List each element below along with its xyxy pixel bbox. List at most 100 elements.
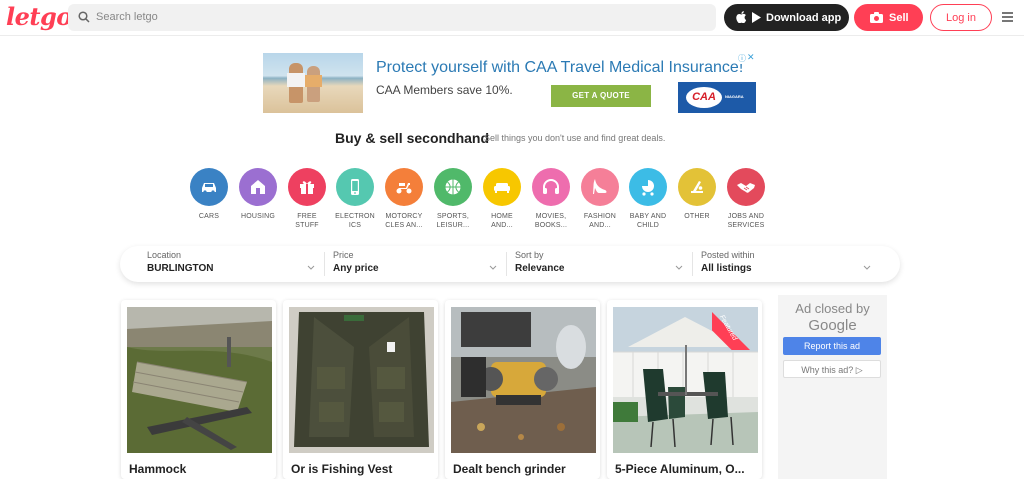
category-home[interactable]: HOME AND... xyxy=(474,168,530,230)
category-circle xyxy=(727,168,765,206)
login-label: Log in xyxy=(946,12,976,24)
category-sports[interactable]: SPORTS, LEISUR... xyxy=(425,168,481,230)
category-label: ELECTRON xyxy=(335,213,375,220)
category-label: FASHION xyxy=(583,213,617,220)
handshake-icon xyxy=(737,183,755,193)
filter-key: Sort by xyxy=(515,250,544,260)
ad-info-icon[interactable]: ⓘ xyxy=(738,53,746,64)
download-app-button[interactable]: Download app xyxy=(724,4,849,31)
category-circle xyxy=(434,168,472,206)
category-circle xyxy=(532,168,570,206)
price-filter[interactable]: Price Any price xyxy=(333,250,498,278)
top-header: letgo Search letgo Download app Sell Log… xyxy=(0,0,1024,36)
car-icon xyxy=(202,183,216,194)
product-image-hammock[interactable] xyxy=(127,307,272,453)
ball-icon xyxy=(445,179,461,195)
filter-key: Price xyxy=(333,250,354,260)
category-circle xyxy=(190,168,228,206)
product-card[interactable]: Dealt bench grinder xyxy=(445,300,600,479)
category-circle xyxy=(336,168,374,206)
category-label: HOME xyxy=(491,213,513,220)
camera-icon xyxy=(870,12,883,23)
category-movies-books[interactable]: MOVIES, BOOKS... xyxy=(523,168,579,230)
product-title[interactable]: Hammock xyxy=(129,462,269,476)
category-label: MOTORCY xyxy=(385,213,423,220)
category-label-2: AND... xyxy=(589,222,611,229)
stroller-icon xyxy=(642,180,654,196)
ad-close-icon[interactable]: ✕ xyxy=(747,52,755,63)
ad-closed-text: Ad closed by xyxy=(795,301,870,316)
letgo-logo[interactable]: letgo xyxy=(6,2,72,31)
filter-value: Relevance xyxy=(515,263,565,274)
category-circle xyxy=(385,168,423,206)
ad-choices-close[interactable]: ⓘ ✕ xyxy=(737,52,756,64)
category-housing[interactable]: HOUSING xyxy=(230,168,286,221)
posted-within-filter[interactable]: Posted within All listings xyxy=(701,250,876,278)
chevron-down-icon xyxy=(307,265,315,270)
category-cars[interactable]: CARS xyxy=(181,168,237,221)
search-bar[interactable]: Search letgo xyxy=(68,4,716,31)
category-electronics[interactable]: ELECTRON ICS xyxy=(327,168,383,230)
google-play-icon xyxy=(752,12,761,23)
category-label: BABY AND xyxy=(629,213,667,220)
product-image-fishing-vest[interactable] xyxy=(289,307,434,453)
category-label: SPORTS, xyxy=(436,213,469,220)
gift-icon xyxy=(300,181,314,194)
hamburger-menu-icon[interactable] xyxy=(1002,12,1013,22)
category-label: OTHER xyxy=(684,213,710,220)
sell-label: Sell xyxy=(889,12,909,24)
product-image-bench-grinder[interactable] xyxy=(451,307,596,453)
category-label-2: CHILD xyxy=(636,222,659,229)
featured-ribbon: Featured xyxy=(712,300,768,350)
product-title[interactable]: Dealt bench grinder xyxy=(453,462,593,476)
category-circle xyxy=(288,168,326,206)
product-title[interactable]: 5-Piece Aluminum, O... xyxy=(615,462,755,476)
category-label-2: AND... xyxy=(491,222,513,229)
category-label-2: LEISUR... xyxy=(436,222,470,229)
report-ad-button[interactable]: Report this ad xyxy=(783,337,881,355)
headphones-icon xyxy=(543,179,559,194)
product-card[interactable]: Hammock xyxy=(121,300,276,479)
location-filter[interactable]: Location BURLINGTON xyxy=(147,250,317,278)
product-card[interactable]: Or is Fishing Vest xyxy=(283,300,438,479)
category-label-2: SERVICES xyxy=(727,222,765,229)
category-circle xyxy=(483,168,521,206)
chevron-down-icon xyxy=(489,265,497,270)
heel-icon xyxy=(593,179,607,194)
download-app-label: Download app xyxy=(766,12,842,24)
category-jobs-services[interactable]: JOBS AND SERVICES xyxy=(718,168,774,230)
category-label-2: CLES AN... xyxy=(385,222,423,229)
product-title[interactable]: Or is Fishing Vest xyxy=(291,462,431,476)
house-icon xyxy=(251,180,265,194)
apple-icon xyxy=(736,11,747,23)
category-baby-child[interactable]: BABY AND CHILD xyxy=(620,168,676,230)
sell-button[interactable]: Sell xyxy=(854,4,923,31)
ad-title: Protect yourself with CAA Travel Medical… xyxy=(376,59,744,76)
category-label: JOBS AND xyxy=(727,213,765,220)
search-input[interactable]: Search letgo xyxy=(96,11,158,23)
category-circle xyxy=(239,168,277,206)
category-circle xyxy=(581,168,619,206)
category-other[interactable]: OTHER xyxy=(669,168,725,221)
caa-logo: CAA NIAGARA xyxy=(678,82,756,113)
login-button[interactable]: Log in xyxy=(930,4,992,31)
ad-banner[interactable]: Protect yourself with CAA Travel Medical… xyxy=(263,53,756,113)
phone-icon xyxy=(351,179,359,195)
filter-bar: Location BURLINGTON Price Any price Sort… xyxy=(120,246,900,282)
category-label: FREE xyxy=(297,213,317,220)
ad-subtitle: CAA Members save 10%. xyxy=(376,83,513,97)
category-label: HOUSING xyxy=(240,213,276,220)
sort-by-filter[interactable]: Sort by Relevance xyxy=(515,250,685,278)
tagline-title: Buy & sell secondhand xyxy=(335,130,490,146)
category-label-2: STUFF xyxy=(295,222,319,229)
search-icon xyxy=(78,11,90,23)
category-motorcycles[interactable]: MOTORCY CLES AN... xyxy=(376,168,432,230)
get-quote-button[interactable]: GET A QUOTE xyxy=(551,85,651,107)
category-circle xyxy=(629,168,667,206)
category-label: MOVIES, xyxy=(535,213,567,220)
why-this-ad-button[interactable]: Why this ad? ▷ xyxy=(783,360,881,378)
ad-photo-couple xyxy=(263,53,363,113)
filter-key: Posted within xyxy=(701,250,755,260)
filter-value: Any price xyxy=(333,263,379,274)
sofa-icon xyxy=(494,183,510,193)
